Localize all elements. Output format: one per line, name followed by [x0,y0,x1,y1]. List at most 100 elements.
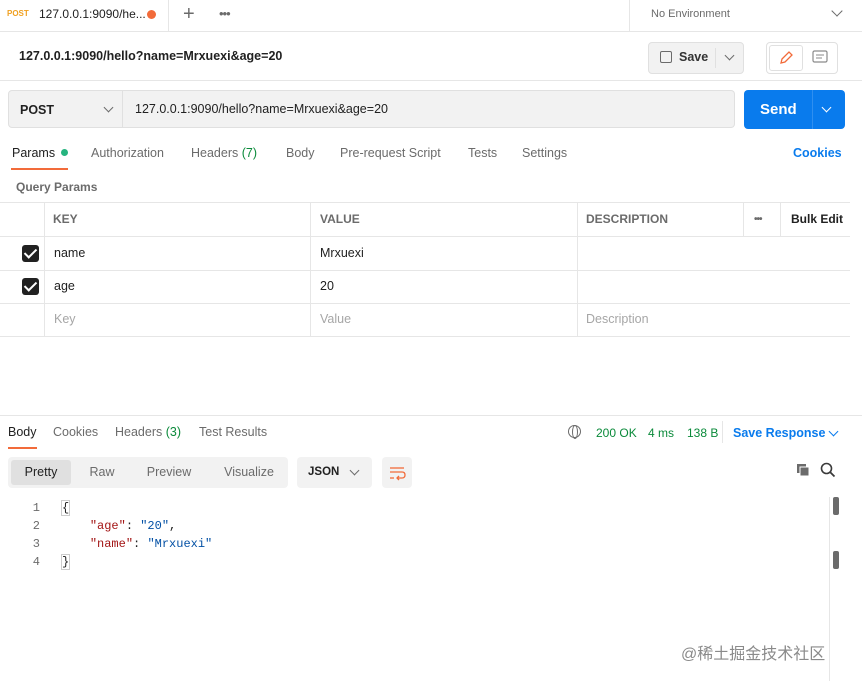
copy-icon-graphic [797,464,810,477]
tab-pre-request-script[interactable]: Pre-request Script [340,146,441,160]
param-key-cell[interactable]: age [54,270,75,303]
active-tab-underline [11,168,68,170]
view-visualize-button[interactable]: Visualize [214,457,284,488]
send-button[interactable]: Send [744,90,845,129]
request-tab[interactable]: POST 127.0.0.1:9090/he... [0,0,169,31]
response-tab-test-results[interactable]: Test Results [199,425,267,439]
json-value: "20" [140,519,170,533]
response-time[interactable]: 4 ms [648,426,674,440]
chevron-down-icon[interactable] [724,50,735,61]
response-headers-count: (3) [165,425,182,439]
chevron-down-icon [103,102,114,113]
close-brace: } [61,554,71,570]
save-response-button[interactable]: Save Response [733,426,825,440]
view-mode-group: Pretty Raw Preview Visualize [8,457,288,488]
column-header-key: KEY [53,212,78,226]
save-icon [660,51,672,63]
unsaved-dot-icon[interactable] [147,10,156,19]
tab-method-label: POST [7,9,29,18]
column-divider [310,202,311,337]
tab-headers[interactable]: Headers (7) [191,146,257,160]
new-tab-plus-icon[interactable]: + [183,3,195,26]
json-key: "name" [89,537,134,551]
bulk-edit-link[interactable]: Bulk Edit [791,203,843,236]
column-options-more-icon[interactable]: ••• [754,203,762,236]
code-line-2[interactable]: "age": "20", [61,519,176,533]
save-divider [715,48,716,68]
globe-icon[interactable] [568,425,581,439]
comment-icon [812,50,828,63]
param-enabled-checkbox[interactable] [22,245,39,262]
json-key: "age" [89,519,126,533]
line-number: 1 [32,501,40,515]
tab-authorization[interactable]: Authorization [91,146,164,160]
search-icon[interactable] [820,462,836,478]
response-size[interactable]: 138 B [687,426,718,440]
wrap-lines-icon [390,467,406,481]
search-icon-graphic [820,462,836,478]
pencil-icon [780,51,793,64]
tab-tests[interactable]: Tests [468,146,497,160]
save-button[interactable]: Save [648,42,744,74]
column-divider [44,202,45,337]
view-preview-button[interactable]: Preview [137,457,201,488]
cookies-link[interactable]: Cookies [793,146,842,160]
edit-pencil-button[interactable] [769,45,803,71]
tab-params[interactable]: Params [12,146,69,160]
tab-settings[interactable]: Settings [522,146,567,160]
format-select[interactable]: JSON [297,457,372,488]
param-key-cell[interactable]: name [54,237,85,270]
divider [722,421,723,443]
status-code[interactable]: 200 OK [596,426,637,440]
wrap-lines-button[interactable] [382,457,412,488]
column-divider [743,202,744,236]
format-label: JSON [308,466,340,478]
new-param-value-input[interactable]: Value [320,303,351,336]
column-divider [780,202,781,236]
new-param-key-input[interactable]: Key [54,303,76,336]
divider [0,80,862,81]
column-header-description: DESCRIPTION [586,212,669,226]
new-param-description-input[interactable]: Description [586,303,649,336]
chevron-down-icon[interactable] [828,426,839,437]
url-input[interactable]: 127.0.0.1:9090/hello?name=Mrxuexi&age=20 [123,90,735,128]
json-value: "Mrxuexi" [147,537,213,551]
copy-icon[interactable] [796,463,810,477]
code-line-3[interactable]: "name": "Mrxuexi" [61,537,212,551]
send-divider [812,90,813,129]
environment-label: No Environment [651,8,730,20]
scroll-track [829,497,830,681]
comments-button[interactable] [805,45,835,69]
table-header-row: KEY VALUE DESCRIPTION ••• Bulk Edit [0,203,850,237]
table-row: name Mrxuexi [0,237,850,271]
chevron-down-icon[interactable] [821,102,832,113]
response-tab-cookies[interactable]: Cookies [53,425,98,439]
response-tab-body[interactable]: Body [8,425,37,439]
chevron-down-icon [349,465,360,476]
tab-params-label: Params [12,146,56,160]
params-active-dot-icon [61,149,69,156]
chevron-down-icon [831,5,843,17]
code-line-1[interactable]: { [61,500,71,516]
scrollbar-thumb[interactable] [833,497,839,515]
param-value-cell[interactable]: Mrxuexi [320,237,364,270]
view-raw-button[interactable]: Raw [80,457,124,488]
method-select[interactable]: POST [8,90,123,128]
code-line-4[interactable]: } [61,554,71,570]
method-label: POST [20,103,55,117]
save-label: Save [679,50,709,64]
tab-body[interactable]: Body [286,146,315,160]
environment-select[interactable]: No Environment [629,0,862,31]
request-title[interactable]: 127.0.0.1:9090/hello?name=Mrxuexi&age=20 [19,49,282,63]
table-row: age 20 [0,270,850,304]
param-enabled-checkbox[interactable] [22,278,39,295]
scrollbar-thumb[interactable] [833,551,839,569]
more-tabs-icon[interactable]: ••• [219,6,231,21]
line-number: 4 [32,555,40,569]
view-pretty-button[interactable]: Pretty [11,460,71,485]
response-tab-headers[interactable]: Headers (3) [115,425,181,439]
column-header-value: VALUE [320,212,360,226]
param-value-cell[interactable]: 20 [320,270,334,303]
watermark: @稀土掘金技术社区 [681,646,826,663]
request-response-divider[interactable] [0,415,862,416]
